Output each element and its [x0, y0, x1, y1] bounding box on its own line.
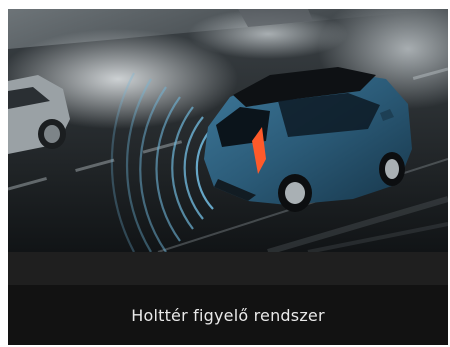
feature-card: Holttér figyelő rendszer	[8, 9, 448, 345]
caption-area: Holttér figyelő rendszer	[8, 285, 448, 345]
feature-caption: Holttér figyelő rendszer	[131, 305, 325, 325]
car-blind-spot-illustration	[8, 9, 448, 252]
divider-band	[8, 252, 448, 285]
feature-photo	[8, 9, 448, 252]
